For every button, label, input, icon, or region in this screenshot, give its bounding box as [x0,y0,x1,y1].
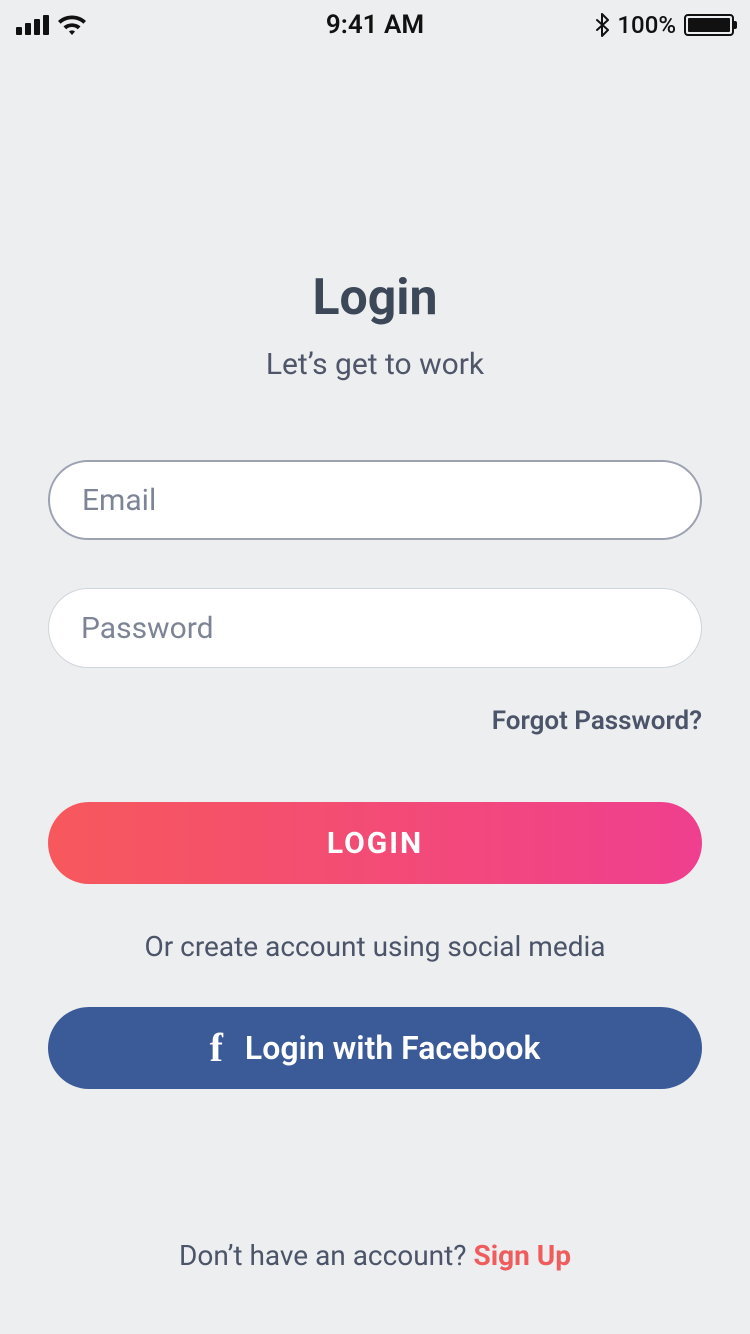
email-field[interactable] [82,483,668,518]
page-subtitle: Let’s get to work [48,347,702,382]
status-right: 100% [595,11,734,39]
facebook-icon: f [210,1028,223,1068]
battery-percent: 100% [617,11,676,39]
password-field-wrap[interactable] [48,588,702,668]
status-bar: 9:41 AM 100% [0,0,750,44]
status-time: 9:41 AM [326,10,424,40]
email-field-wrap[interactable] [48,460,702,540]
signup-link[interactable]: Sign Up [473,1239,571,1272]
login-with-facebook-button[interactable]: f Login with Facebook [48,1007,702,1089]
forgot-password-link[interactable]: Forgot Password? [492,706,702,736]
login-form: Forgot Password? LOGIN Or create account… [48,460,702,1089]
wifi-icon [57,14,87,36]
bluetooth-icon [595,13,609,37]
facebook-button-label: Login with Facebook [245,1029,541,1067]
social-prompt: Or create account using social media [48,930,702,963]
header-block: Login Let’s get to work [48,269,702,382]
signup-prompt: Don’t have an account? [179,1239,473,1272]
battery-icon [684,14,734,36]
login-button[interactable]: LOGIN [48,802,702,884]
cellular-signal-icon [16,15,49,35]
status-left [16,14,87,36]
password-field[interactable] [81,611,669,646]
footer: Don’t have an account? Sign Up [0,1239,750,1272]
page-title: Login [48,269,702,327]
